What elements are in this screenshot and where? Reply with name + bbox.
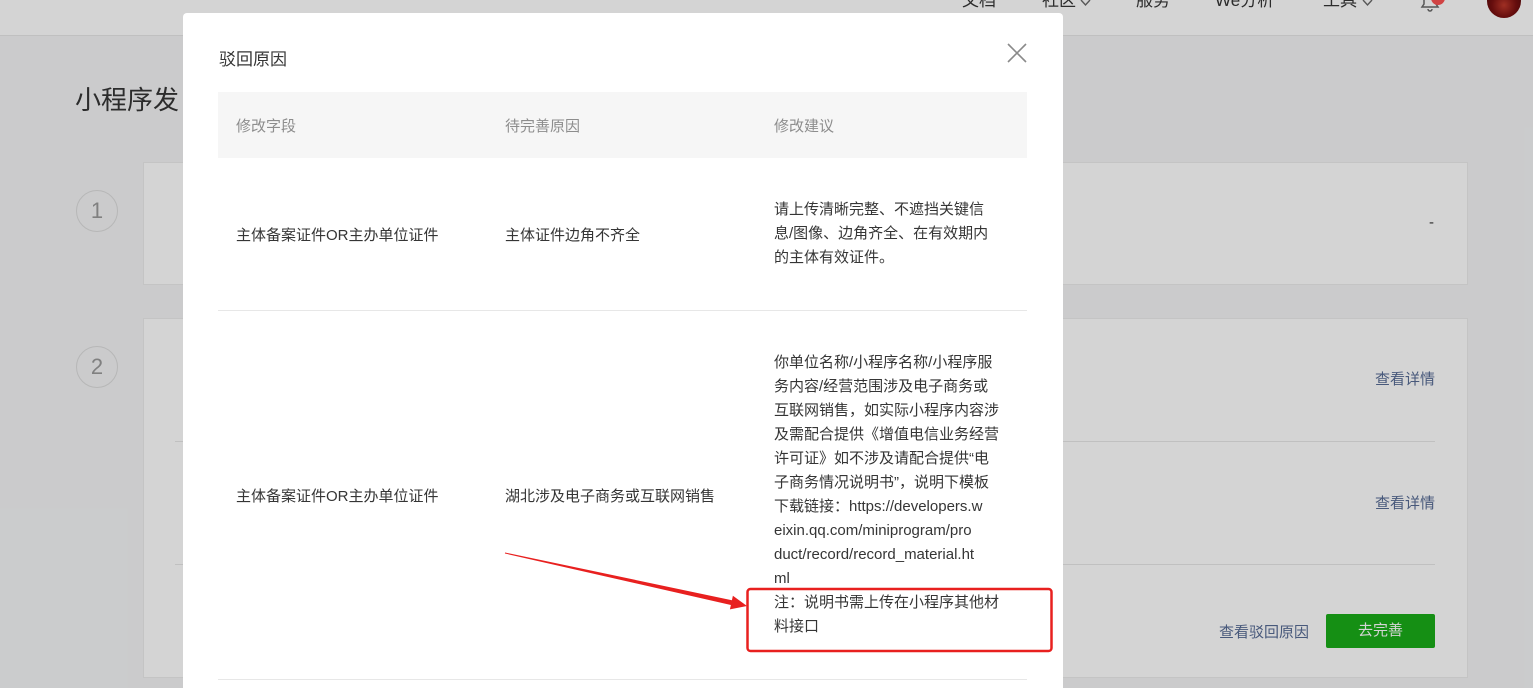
reject-reason-dialog: 驳回原因 修改字段 待完善原因 修改建议 主体备案证件OR主办单位证件 主体证件… xyxy=(183,13,1063,688)
cell-suggestion: 你单位名称/小程序名称/小程序服 务内容/经营范围涉及电子商务或 互联网销售，如… xyxy=(756,311,1027,679)
column-header-field: 修改字段 xyxy=(236,117,297,135)
table-row: 主体备案证件OR主办单位证件 湖北涉及电子商务或互联网销售 你单位名称/小程序名… xyxy=(218,311,1027,680)
cell-suggestion: 请上传清晰完整、不遮挡关键信 息/图像、边角齐全、在有效期内 的主体有效证件。 xyxy=(756,158,1027,310)
cell-reason: 湖北涉及电子商务或互联网销售 xyxy=(505,487,716,505)
cell-field: 主体备案证件OR主办单位证件 xyxy=(236,487,439,505)
suggestion-line: eixin.qq.com/miniprogram/pro xyxy=(774,522,972,539)
suggestion-line: 你单位名称/小程序名称/小程序服 xyxy=(774,354,993,371)
table-header-row: 修改字段 待完善原因 修改建议 xyxy=(218,92,1027,158)
cell-field: 主体备案证件OR主办单位证件 xyxy=(236,226,439,244)
close-icon[interactable] xyxy=(1006,42,1028,64)
suggestion-line: 许可证》如不涉及请配合提供“电 xyxy=(774,450,989,467)
column-header-reason: 待完善原因 xyxy=(505,117,581,135)
column-header-suggestion: 修改建议 xyxy=(774,117,835,135)
suggestion-line: 的主体有效证件。 xyxy=(774,249,895,266)
suggestion-line: ml xyxy=(774,570,790,587)
suggestion-line: 子商务情况说明书”，说明下模板 xyxy=(774,474,989,491)
reject-reason-table: 修改字段 待完善原因 修改建议 主体备案证件OR主办单位证件 主体证件边角不齐全… xyxy=(218,92,1027,680)
table-row: 主体备案证件OR主办单位证件 主体证件边角不齐全 请上传清晰完整、不遮挡关键信 … xyxy=(218,158,1027,311)
suggestion-line: 务内容/经营范围涉及电子商务或 xyxy=(774,378,989,395)
suggestion-line: duct/record/record_material.ht xyxy=(774,546,975,563)
suggestion-note-line: 注：说明书需上传在小程序其他材 xyxy=(774,594,1000,611)
suggestion-line: 下载链接：https://developers.w xyxy=(774,498,983,515)
suggestion-line: 息/图像、边角齐全、在有效期内 xyxy=(774,225,989,242)
suggestion-line: 互联网销售，如实际小程序内容涉 xyxy=(774,402,1000,419)
suggestion-line: 及需配合提供《增值电信业务经营 xyxy=(774,426,1000,443)
suggestion-line: 请上传清晰完整、不遮挡关键信 xyxy=(774,201,985,218)
cell-reason: 主体证件边角不齐全 xyxy=(505,226,641,244)
dialog-title: 驳回原因 xyxy=(219,50,287,69)
suggestion-note-line: 料接口 xyxy=(774,618,820,635)
